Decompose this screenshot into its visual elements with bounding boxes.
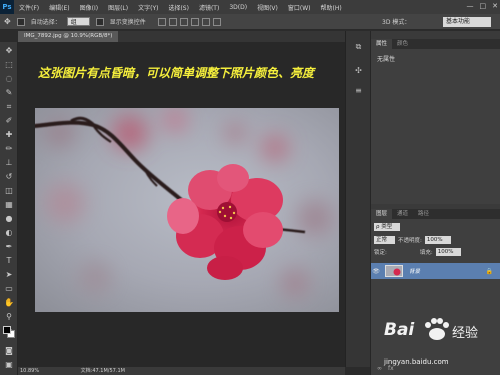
move-tool-icon[interactable]: ✥ [4, 46, 14, 56]
layers-tabs: 图层 通道 路径 [371, 209, 500, 219]
menu-3d[interactable]: 3D(D) [224, 4, 252, 11]
layer-kind-filter[interactable]: ρ 类型 [374, 222, 401, 231]
menu-edit[interactable]: 编辑(E) [44, 3, 74, 12]
foreground-color-swatch[interactable] [3, 326, 11, 334]
menu-window[interactable]: 窗口(W) [283, 3, 316, 12]
align-right-icon[interactable] [212, 17, 221, 26]
healing-brush-tool-icon[interactable]: ✚ [4, 130, 14, 140]
tab-properties[interactable]: 属性 [371, 39, 393, 49]
lock-label: 锁定: [374, 249, 387, 256]
hand-tool-icon[interactable]: ✋ [4, 298, 14, 308]
quick-select-tool-icon[interactable]: ✎ [4, 88, 14, 98]
quick-mask-icon[interactable]: ◙ [4, 346, 14, 356]
menu-file[interactable]: 文件(F) [14, 3, 44, 12]
gradient-tool-icon[interactable]: ▦ [4, 200, 14, 210]
maximize-icon[interactable]: □ [480, 2, 487, 10]
shape-tool-icon[interactable]: ▭ [4, 284, 14, 294]
tab-channels[interactable]: 通道 [392, 209, 413, 219]
history-brush-tool-icon[interactable]: ↺ [4, 172, 14, 182]
layer-filter-row: ρ 类型 [374, 222, 401, 231]
auto-select-checkbox[interactable] [16, 17, 25, 26]
3d-mode-label: 3D 模式： [382, 19, 411, 26]
dodge-tool-icon[interactable]: ◐ [4, 228, 14, 238]
menu-type[interactable]: 文字(Y) [133, 3, 163, 12]
actions-panel-icon[interactable]: ✣ [353, 65, 364, 76]
crop-tool-icon[interactable]: ⌗ [4, 102, 14, 112]
properties-empty-label: 无属性 [377, 56, 396, 63]
blur-tool-icon[interactable]: ● [4, 214, 14, 224]
zoom-tool-icon[interactable]: ⚲ [4, 312, 14, 322]
properties-tabs: 属性 颜色 [371, 39, 500, 49]
watermark-brand: Bai [384, 320, 415, 340]
lock-icon: 🔒 [485, 267, 493, 275]
adjustments-panel-icon[interactable]: ≡ [353, 85, 364, 96]
properties-panel [371, 49, 500, 204]
marquee-tool-icon[interactable]: ⬚ [4, 60, 14, 70]
menu-image[interactable]: 图像(I) [75, 3, 103, 12]
auto-select-label: 自动选择： [30, 19, 61, 26]
align-left-icon[interactable] [190, 17, 199, 26]
lasso-tool-icon[interactable]: ◌ [4, 74, 14, 84]
close-icon[interactable]: ✕ [492, 2, 498, 10]
status-bar: 10.89% 文档:47.1M/57.1M [18, 367, 345, 375]
zoom-level[interactable]: 10.89% [20, 368, 39, 374]
options-bar: ✥ 自动选择： 组 显示变换控件 3D 模式： 基本功能 [0, 14, 500, 30]
pen-tool-icon[interactable]: ✒ [4, 242, 14, 252]
watermark-brand-suffix: 经验 [452, 326, 479, 341]
auto-select-dropdown[interactable]: 组 [66, 17, 90, 26]
baidu-watermark: Bai 经验 jingyan.baidu.com [380, 318, 500, 375]
layer-thumbnail [385, 265, 403, 277]
layer-name: 背景 [409, 269, 421, 275]
tools-panel: ✥ ⬚ ◌ ✎ ⌗ ✐ ✚ ✏ ⊥ ↺ ◫ ▦ ● ◐ ✒ T ➤ ▭ ✋ ⚲ … [0, 42, 18, 375]
blend-mode-dropdown[interactable]: 正常 [374, 235, 396, 244]
document-image[interactable] [35, 108, 339, 312]
move-tool-icon[interactable]: ✥ [4, 17, 11, 26]
menu-help[interactable]: 帮助(H) [316, 3, 347, 12]
document-size: 文档:47.1M/57.1M [80, 368, 125, 374]
transform-controls-label: 显示变换控件 [109, 19, 146, 26]
transform-controls-checkbox[interactable] [95, 17, 104, 26]
screen-mode-icon[interactable]: ▣ [4, 360, 14, 370]
opacity-label: 不透明度: [398, 237, 422, 244]
tab-paths[interactable]: 路径 [413, 209, 434, 219]
align-bottom-icon[interactable] [179, 17, 188, 26]
menu-filter[interactable]: 滤镜(T) [194, 3, 224, 12]
menu-bar: Ps 文件(F) 编辑(E) 图像(I) 图层(L) 文字(Y) 选择(S) 滤… [0, 0, 500, 14]
type-tool-icon[interactable]: T [4, 256, 14, 266]
align-middle-icon[interactable] [168, 17, 177, 26]
watermark-url: jingyan.baidu.com [384, 358, 449, 366]
layer-row-background[interactable]: 👁 背景 🔒 [371, 263, 500, 279]
visibility-eye-icon[interactable]: 👁 [371, 268, 381, 275]
align-center-icon[interactable] [201, 17, 210, 26]
lock-row: 锁定: 填充: 100% [374, 247, 462, 256]
eyedropper-tool-icon[interactable]: ✐ [4, 116, 14, 126]
annotation-caption: 这张图片有点昏暗，可以简单调整下照片颜色、亮度 [38, 66, 315, 80]
align-buttons [157, 17, 221, 26]
paw-icon [425, 318, 449, 340]
tab-layers[interactable]: 图层 [371, 209, 393, 219]
workspace-dropdown[interactable]: 基本功能 [443, 17, 491, 27]
history-panel-icon[interactable]: ⧉ [353, 41, 364, 52]
opacity-field[interactable]: 100% [424, 235, 451, 244]
document-tab[interactable]: IMG_7892.jpg @ 10.9%(RGB/8*) [18, 31, 119, 42]
menu-select[interactable]: 选择(S) [163, 3, 194, 12]
path-select-tool-icon[interactable]: ➤ [4, 270, 14, 280]
tab-color[interactable]: 颜色 [392, 39, 413, 49]
photoshop-logo: Ps [0, 0, 14, 14]
fill-field[interactable]: 100% [435, 247, 462, 256]
blend-row: 正常 不透明度: 100% [374, 235, 451, 244]
collapsed-panel-strip: ⧉ ✣ ≡ [345, 31, 370, 367]
clone-stamp-tool-icon[interactable]: ⊥ [4, 158, 14, 168]
minimize-icon[interactable]: — [467, 2, 474, 10]
fill-label: 填充: [419, 249, 433, 256]
align-top-icon[interactable] [157, 17, 166, 26]
menu-layer[interactable]: 图层(L) [103, 3, 133, 12]
menu-view[interactable]: 视图(V) [252, 3, 283, 12]
eraser-tool-icon[interactable]: ◫ [4, 186, 14, 196]
brush-tool-icon[interactable]: ✏ [4, 144, 14, 154]
